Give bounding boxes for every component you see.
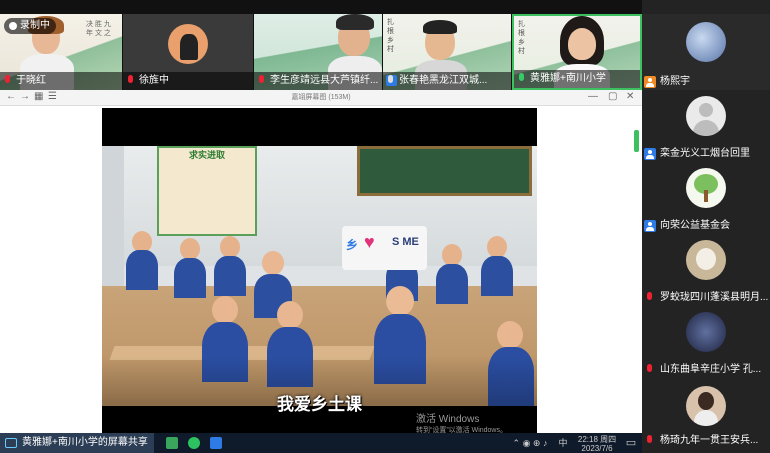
shared-screen[interactable]: ← → ▦ ☰ 嘉翊屏幕图 (153M) — ▢ ✕ 求实进取 乡 ♥ S ME… (0, 90, 642, 433)
heart-sign: 乡 ♥ S ME (342, 226, 427, 270)
participant-panel: 杨熙宇 栾金光义工烟台回里 向荣公益基金会 罗蛟珑四川蓬溪县明月... 山东曲阜… (642, 0, 770, 453)
heart-icon: ♥ (364, 232, 375, 252)
avatar (686, 240, 726, 280)
video-subtitle: 我爱乡土课 (277, 395, 362, 414)
avatar (686, 168, 726, 208)
avatar (686, 96, 726, 136)
app-icon-wechat[interactable] (188, 437, 200, 449)
screen-share-label[interactable]: 黄雅娜+南川小学的屏幕共享 (0, 433, 154, 453)
bulletin-board: 求实进取 (157, 146, 257, 236)
mic-muted-icon (257, 75, 266, 87)
side-tile-1[interactable]: 杨熙宇 (642, 14, 770, 90)
player-title: 嘉翊屏幕图 (153M) (291, 94, 351, 101)
side-tile-3[interactable]: 向荣公益基金会 (642, 164, 770, 234)
user-icon (644, 148, 656, 160)
avatar (686, 312, 726, 352)
avatar (168, 24, 208, 64)
user-icon (644, 220, 656, 232)
mic-muted-icon (3, 75, 12, 87)
screen-share-icon (5, 438, 17, 448)
video-tile-4[interactable]: 扎 根 乡 村 张春艳黑龙江双城... (383, 14, 511, 90)
mic-active-icon (517, 73, 526, 85)
video-tile-5-active-speaker[interactable]: 扎 根 乡 村 黄雅娜+南川小学 (512, 14, 642, 90)
notification-icon[interactable]: ▭ (624, 436, 638, 450)
participant-name: 徐旌中 (123, 72, 253, 90)
avatar (686, 22, 726, 62)
taskbar: 黄雅娜+南川小学的屏幕共享 ⌃ ◉ ⊕ ♪ 中 22:18 周四 2023/7/… (0, 433, 642, 453)
system-tray-icons[interactable]: ⌃ ◉ ⊕ ♪ (500, 436, 560, 450)
participant-name: 于晓红 (0, 72, 122, 90)
video-player[interactable]: 求实进取 乡 ♥ S ME 我爱乡土课 激活 Windows 转到“设置”以激活… (102, 108, 537, 433)
participant-name: 黄雅娜+南川小学 (514, 70, 640, 88)
participant-name: 张春艳黑龙江双城... (383, 72, 511, 90)
app-icon-excel[interactable] (166, 437, 178, 449)
minimize-icon[interactable]: — (588, 91, 598, 102)
blackboard (357, 146, 532, 196)
mic-muted-icon (645, 292, 654, 304)
clock[interactable]: 22:18 周四 2023/7/6 (574, 436, 620, 453)
maximize-icon[interactable]: ▢ (608, 91, 617, 102)
mic-muted-icon (645, 435, 654, 447)
mic-muted-icon (126, 75, 135, 87)
user-icon (644, 76, 656, 88)
input-language[interactable]: 中 (556, 436, 570, 450)
app-icon-meeting[interactable] (210, 437, 222, 449)
side-tile-2[interactable]: 栾金光义工烟台回里 (642, 92, 770, 162)
mic-muted-icon (645, 364, 654, 376)
player-toolbar: ← → ▦ ☰ 嘉翊屏幕图 (153M) — ▢ ✕ (0, 90, 642, 106)
avatar (686, 386, 726, 426)
top-video-strip: 决 胜 九 年 文 之 于晓红 录制中 徐旌中 李生彦靖远县大芦镇纤... 扎 … (0, 0, 642, 90)
video-tile-3[interactable]: 李生彦靖远县大芦镇纤... (254, 14, 382, 90)
recording-icon (9, 22, 17, 30)
classroom-scene: 求实进取 乡 ♥ S ME (102, 146, 537, 406)
user-icon (386, 75, 397, 86)
scroll-indicator[interactable] (634, 130, 639, 152)
video-tile-2[interactable]: 徐旌中 (123, 14, 253, 90)
side-tile-5[interactable]: 山东曲阜辛庄小学 孔... (642, 308, 770, 378)
recording-badge[interactable]: 录制中 (4, 18, 56, 34)
side-tile-4[interactable]: 罗蛟珑四川蓬溪县明月... (642, 236, 770, 306)
side-tile-6[interactable]: 杨琦九年一贯王安兵... (642, 380, 770, 453)
close-icon[interactable]: ✕ (626, 91, 634, 102)
windows-activation-notice: 激活 Windows 转到“设置”以激活 Windows。 (415, 414, 507, 433)
participant-name: 李生彦靖远县大芦镇纤... (254, 72, 382, 90)
